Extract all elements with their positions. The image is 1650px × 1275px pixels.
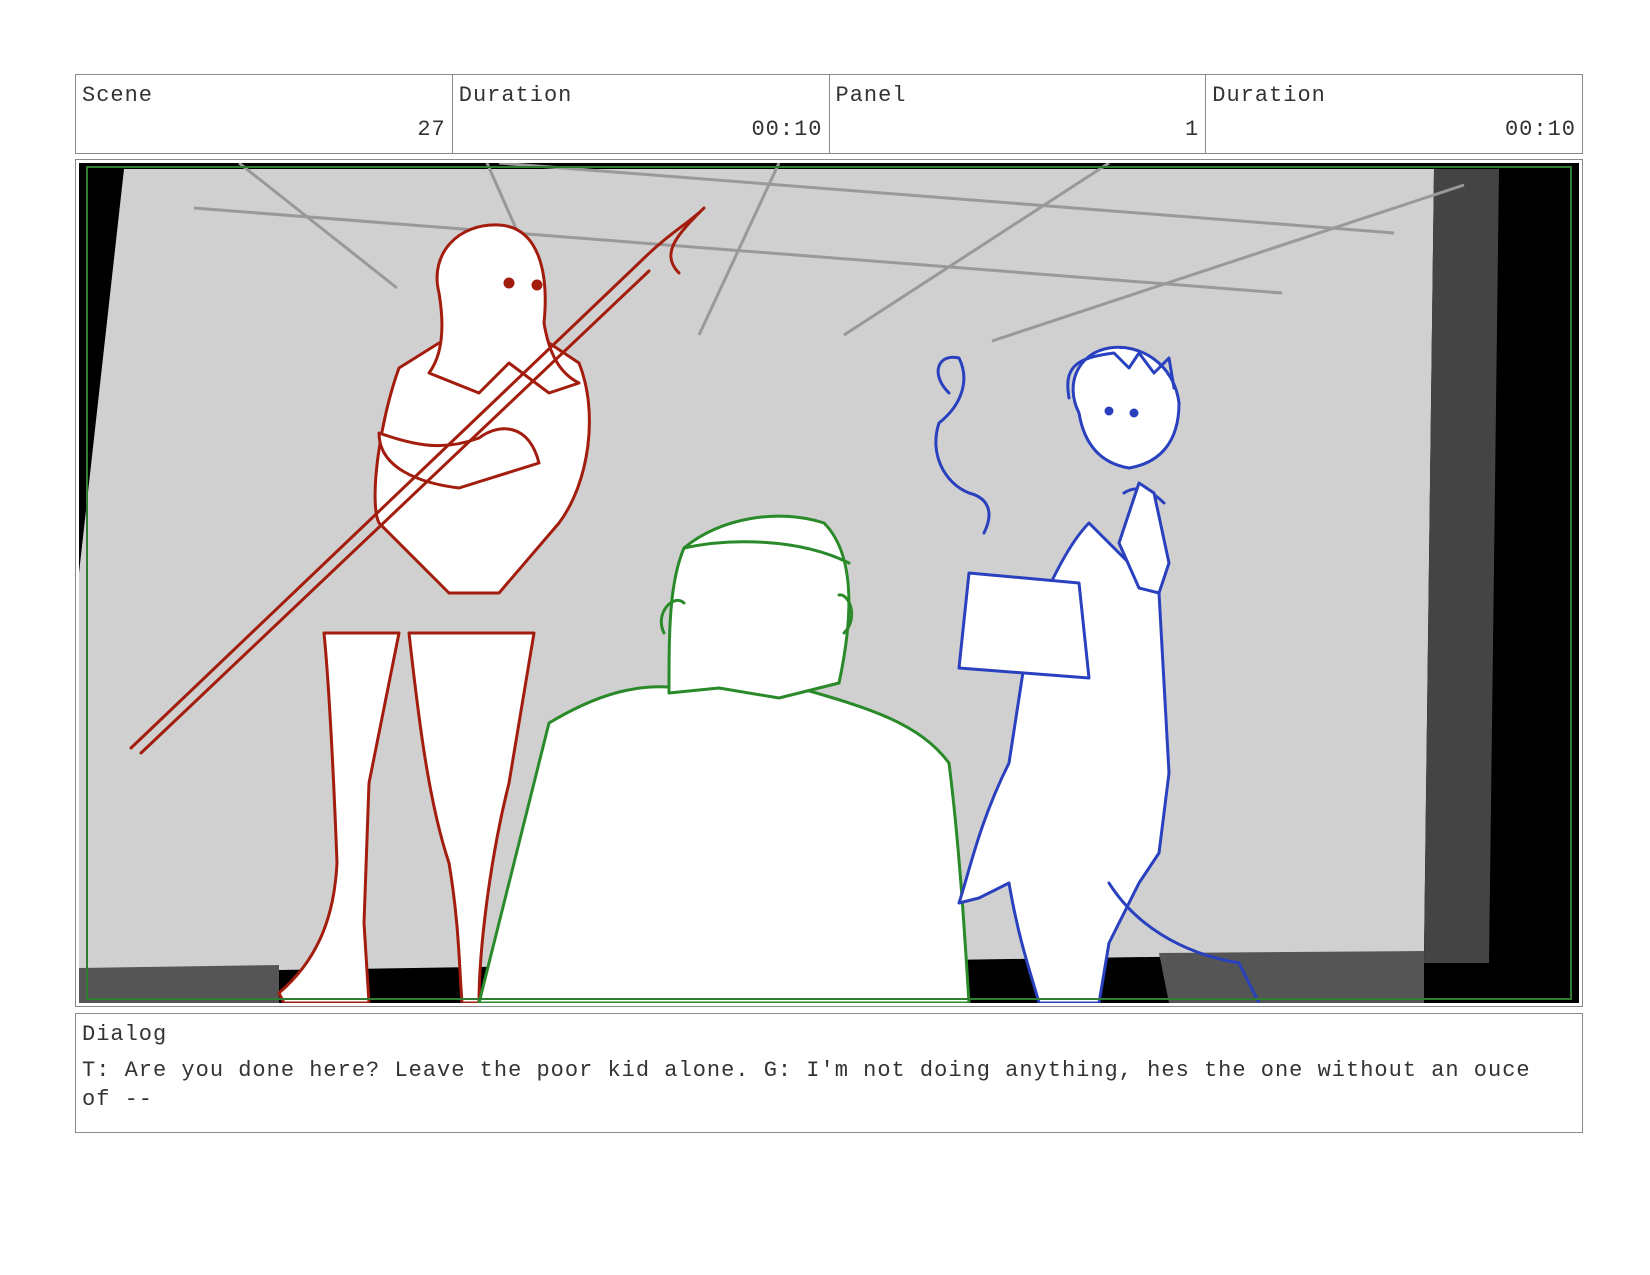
scene-label: Scene: [82, 83, 154, 108]
panel-label: Panel: [835, 83, 907, 108]
wall-pillar: [1424, 169, 1499, 963]
scene-duration-value[interactable]: 00:10: [751, 117, 822, 142]
scene-duration-label: Duration: [458, 83, 573, 108]
floor-right: [1159, 951, 1424, 1003]
panel-duration-cell: Duration 00:10: [1206, 75, 1582, 153]
storyboard-panel[interactable]: [75, 159, 1583, 1007]
dialog-label: Dialog: [82, 1022, 168, 1047]
floor-left: [79, 965, 279, 1003]
panel-duration-value[interactable]: 00:10: [1505, 117, 1576, 142]
scene-duration-cell: Duration 00:10: [453, 75, 830, 153]
panel-duration-label: Duration: [1212, 83, 1326, 108]
dialog-box: Dialog T: Are you done here? Leave the p…: [75, 1013, 1583, 1133]
panel-value[interactable]: 1: [1185, 117, 1199, 142]
panel-number-cell: Panel 1: [830, 75, 1207, 153]
panel-header: Scene 27 Duration 00:10 Panel 1 Duration…: [75, 74, 1583, 154]
scene-cell: Scene 27: [76, 75, 453, 153]
panel-drawing: [79, 163, 1579, 1003]
dialog-text[interactable]: T: Are you done here? Leave the poor kid…: [82, 1056, 1562, 1114]
scene-value[interactable]: 27: [417, 117, 445, 142]
